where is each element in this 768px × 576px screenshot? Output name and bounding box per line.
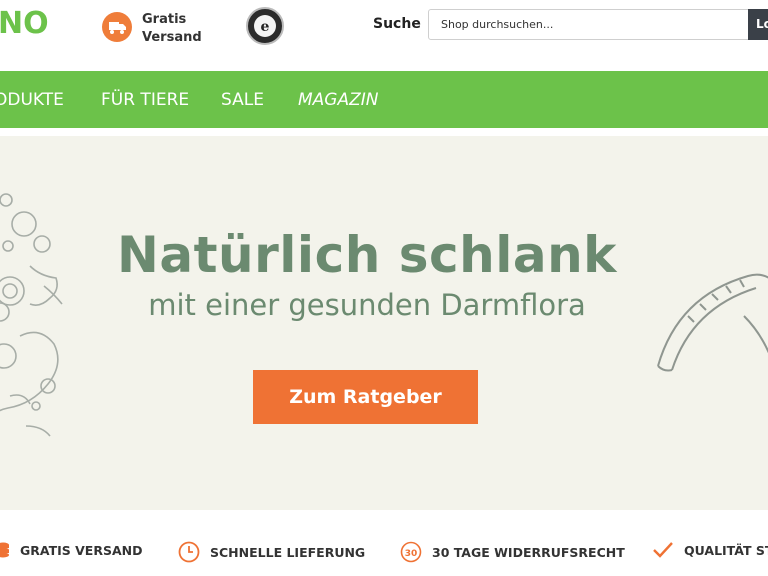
svg-text:30: 30 — [405, 549, 418, 559]
page: NO Gratis Versand e Suche Los ODUKTE FÜR… — [0, 0, 768, 576]
nav-item-magazin[interactable]: MAGAZIN — [298, 90, 378, 110]
usp-qualitaet: QUALITÄT STA — [652, 541, 768, 559]
usp-widerrufsrecht: 30 30 TAGE WIDERRUFSRECHT — [400, 541, 625, 563]
30-days-icon: 30 — [400, 541, 422, 563]
zum-ratgeber-button[interactable]: Zum Ratgeber — [253, 370, 478, 424]
truck-icon — [102, 12, 132, 42]
search-button[interactable]: Los — [748, 9, 768, 40]
checkmark-icon — [653, 542, 673, 558]
usp-schnelle-lieferung: SCHNELLE LIEFERUNG — [178, 541, 365, 563]
hero-subtitle: mit einer gesunden Darmflora — [148, 288, 586, 322]
shipping-line1: Gratis — [142, 12, 187, 27]
clock-icon — [178, 541, 200, 563]
hero-title: Natürlich schlank — [117, 226, 617, 284]
search-input[interactable] — [428, 9, 750, 40]
coins-icon — [0, 542, 9, 558]
usp-label: QUALITÄT STA — [684, 542, 768, 558]
usp-label: 30 TAGE WIDERRUFSRECHT — [432, 544, 625, 560]
nav-item-fuer-tiere[interactable]: FÜR TIERE — [101, 90, 189, 110]
shipping-info: Gratis Versand — [142, 11, 202, 47]
nav-item-sale[interactable]: SALE — [221, 90, 264, 110]
search-label: Suche — [373, 16, 421, 32]
hero-banner[interactable]: Natürlich schlank mit einer gesunden Dar… — [0, 136, 768, 510]
logo[interactable]: NO — [0, 6, 49, 41]
usp-gratis-versand: GRATIS VERSAND — [0, 541, 142, 559]
usp-bar: GRATIS VERSAND SCHNELLE LIEFERUNG 30 30 … — [0, 510, 768, 576]
main-nav: ODUKTE FÜR TIERE SALE MAGAZIN — [0, 71, 768, 128]
site-header: NO Gratis Versand e Suche Los — [0, 0, 768, 71]
usp-label: SCHNELLE LIEFERUNG — [210, 544, 366, 560]
shipping-line2: Versand — [142, 30, 202, 45]
svg-text:e: e — [261, 19, 270, 35]
usp-label: GRATIS VERSAND — [20, 542, 143, 558]
nav-item-produkte[interactable]: ODUKTE — [0, 90, 64, 110]
trusted-shops-badge-icon[interactable]: e — [246, 7, 284, 45]
